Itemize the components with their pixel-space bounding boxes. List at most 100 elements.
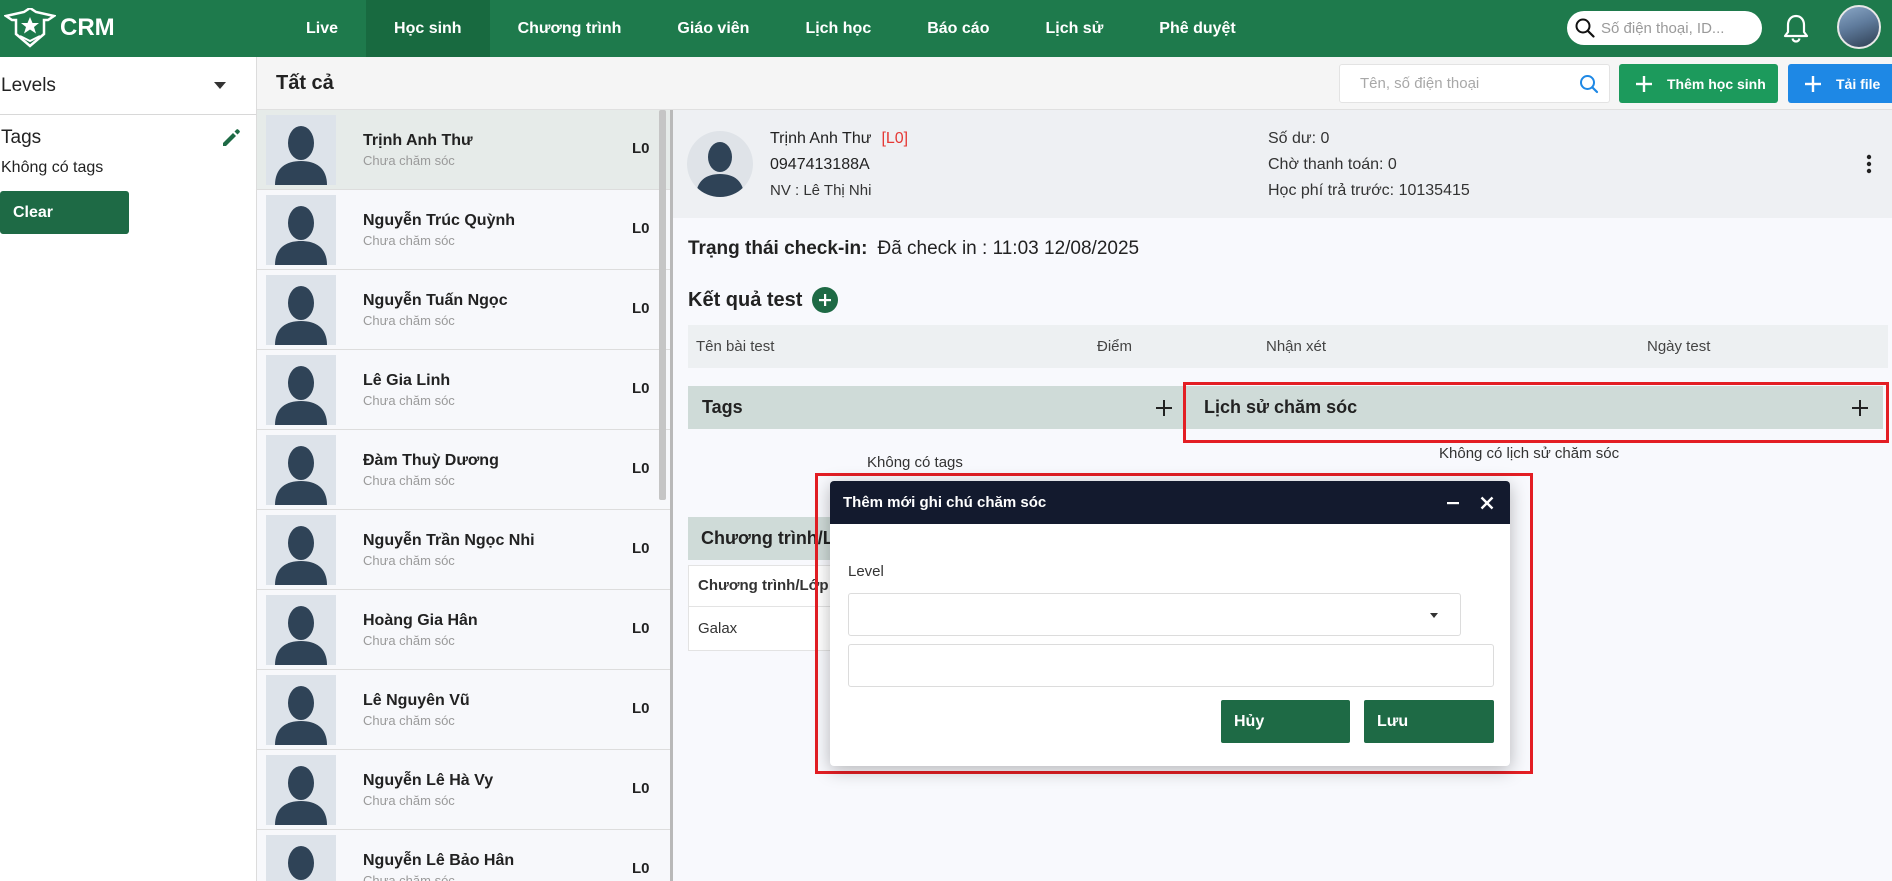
modal-controls [1426,496,1494,510]
student-level: L0 [632,460,650,477]
global-search-input[interactable] [1601,19,1751,37]
upload-file-button[interactable]: Tải file [1788,64,1892,103]
nav-live[interactable]: Live [278,0,366,57]
student-info: Lê Nguyên Vũ Chưa chăm sóc [363,692,470,728]
student-level: L0 [632,540,650,557]
col-test-date: Ngày test [1647,338,1711,355]
student-row[interactable]: Lê Gia Linh Chưa chăm sóc L0 [257,350,673,430]
profile-balance: Số dư: 0 [1268,130,1330,147]
nav-history[interactable]: Lịch sử [1017,0,1131,57]
search-icon [1575,18,1595,38]
plus-icon [1636,75,1652,92]
student-avatar [266,434,336,505]
student-level: L0 [632,860,650,877]
student-name: Nguyễn Lê Bảo Hân [363,851,515,869]
profile-name-text: Trịnh Anh Thư [770,130,872,147]
student-row[interactable]: Lê Nguyên Vũ Chưa chăm sóc L0 [257,670,673,750]
col-comment: Nhận xét [1266,338,1327,355]
student-info: Nguyễn Lê Hà Vy Chưa chăm sóc [363,772,493,808]
person-silhouette-icon [275,445,327,505]
student-name: Hoàng Gia Hân [363,611,478,629]
minimize-icon[interactable] [1446,496,1460,510]
test-results-title: Kết quả test [688,287,839,313]
student-row[interactable]: Nguyễn Lê Hà Vy Chưa chăm sóc L0 [257,750,673,830]
logo[interactable]: CRM [4,8,115,48]
person-silhouette-icon [275,205,327,265]
top-navbar: CRM Live Học sinh Chương trình Giáo viên… [0,0,1892,57]
student-name: Lê Gia Linh [363,371,451,389]
col-score: Điểm [1097,338,1133,355]
profile-name: Trịnh Anh Thư [L0] [770,130,908,148]
level-select[interactable] [848,593,1461,636]
person-silhouette-icon [275,125,327,185]
profile-level-badge: [L0] [881,130,909,147]
student-list: Trịnh Anh Thư Chưa chăm sóc L0 Nguyễn Trúc … [257,110,673,881]
edit-pencil-icon[interactable] [220,127,242,149]
test-table-header: Tên bài test Điểm Nhận xét Ngày test [688,325,1888,368]
nav-schedule[interactable]: Lịch học [777,0,899,57]
more-vertical-icon[interactable] [1866,154,1872,174]
notification-bell-icon[interactable] [1782,13,1810,48]
student-info: Nguyễn Lê Bảo Hân Chưa chăm sóc [363,852,514,881]
tags-section-empty: Không có tags [867,454,963,471]
student-level: L0 [632,380,650,397]
person-silhouette-icon [275,525,327,585]
student-status: Chưa chăm sóc [363,232,455,248]
student-level: L0 [632,140,650,157]
person-silhouette-icon [696,142,744,197]
cancel-button[interactable]: Hủy [1221,700,1350,743]
list-scrollbar[interactable] [659,110,666,500]
student-level: L0 [632,780,650,797]
tags-section-title: Tags [702,397,743,417]
nav-teachers[interactable]: Giáo viên [649,0,777,57]
student-name: Nguyễn Tuấn Ngọc [363,291,508,309]
profile-staff: NV : Lê Thị Nhi [770,182,872,199]
student-name: Nguyễn Lê Hà Vy [363,771,494,789]
plus-icon [1805,75,1821,92]
close-icon[interactable] [1480,496,1494,510]
note-input[interactable] [848,644,1494,687]
nav-approval[interactable]: Phê duyệt [1131,0,1263,57]
nav-students[interactable]: Học sinh [366,0,490,57]
student-status: Chưa chăm sóc [363,312,455,328]
student-row[interactable]: Nguyễn Tuấn Ngọc Chưa chăm sóc L0 [257,270,673,350]
plus-icon[interactable] [1155,399,1173,417]
tags-section-header: Tags [688,386,1187,429]
student-row[interactable]: Nguyễn Trúc Quỳnh Chưa chăm sóc L0 [257,190,673,270]
nav-programs[interactable]: Chương trình [490,0,650,57]
add-student-button[interactable]: Thêm học sinh [1619,64,1778,103]
student-status: Chưa chăm sóc [363,392,455,408]
test-results-label: Kết quả test [688,288,803,311]
nav-reports[interactable]: Báo cáo [899,0,1017,57]
person-silhouette-icon [288,845,314,881]
user-avatar[interactable] [1837,5,1881,49]
checkin-label: Trạng thái check-in: [688,238,868,259]
student-name: Lê Nguyên Vũ [363,691,470,709]
student-status: Chưa chăm sóc [363,472,455,488]
add-test-button[interactable] [812,287,839,313]
student-row[interactable]: Đàm Thuỳ Dương Chưa chăm sóc L0 [257,430,673,510]
global-search [1567,11,1762,45]
student-avatar [266,274,336,345]
student-row[interactable]: Trịnh Anh Thư Chưa chăm sóc L0 [257,110,673,190]
student-info: Nguyễn Trần Ngọc Nhi Chưa chăm sóc [363,532,535,568]
student-row[interactable]: Nguyễn Lê Bảo Hân Chưa chăm sóc L0 [257,830,673,881]
student-avatar [266,194,336,265]
person-silhouette-icon [275,685,327,745]
caret-down-icon [214,81,226,89]
student-search-input[interactable] [1360,75,1579,92]
levels-dropdown[interactable]: Levels [0,57,256,115]
student-avatar [266,354,336,425]
student-level: L0 [632,700,650,717]
checkin-value: Đã check in : 11:03 12/08/2025 [877,238,1140,259]
student-row[interactable]: Hoàng Gia Hân Chưa chăm sóc L0 [257,590,673,670]
student-avatar [266,514,336,585]
student-info: Đàm Thuỳ Dương Chưa chăm sóc [363,452,499,488]
student-level: L0 [632,620,650,637]
modal-header: Thêm mới ghi chú chăm sóc [830,481,1510,524]
save-button[interactable]: Lưu [1364,700,1494,743]
student-level: L0 [632,300,650,317]
student-row[interactable]: Nguyễn Trần Ngọc Nhi Chưa chăm sóc L0 [257,510,673,590]
search-icon[interactable] [1579,74,1599,94]
clear-filter-button[interactable]: Clear [0,191,129,234]
